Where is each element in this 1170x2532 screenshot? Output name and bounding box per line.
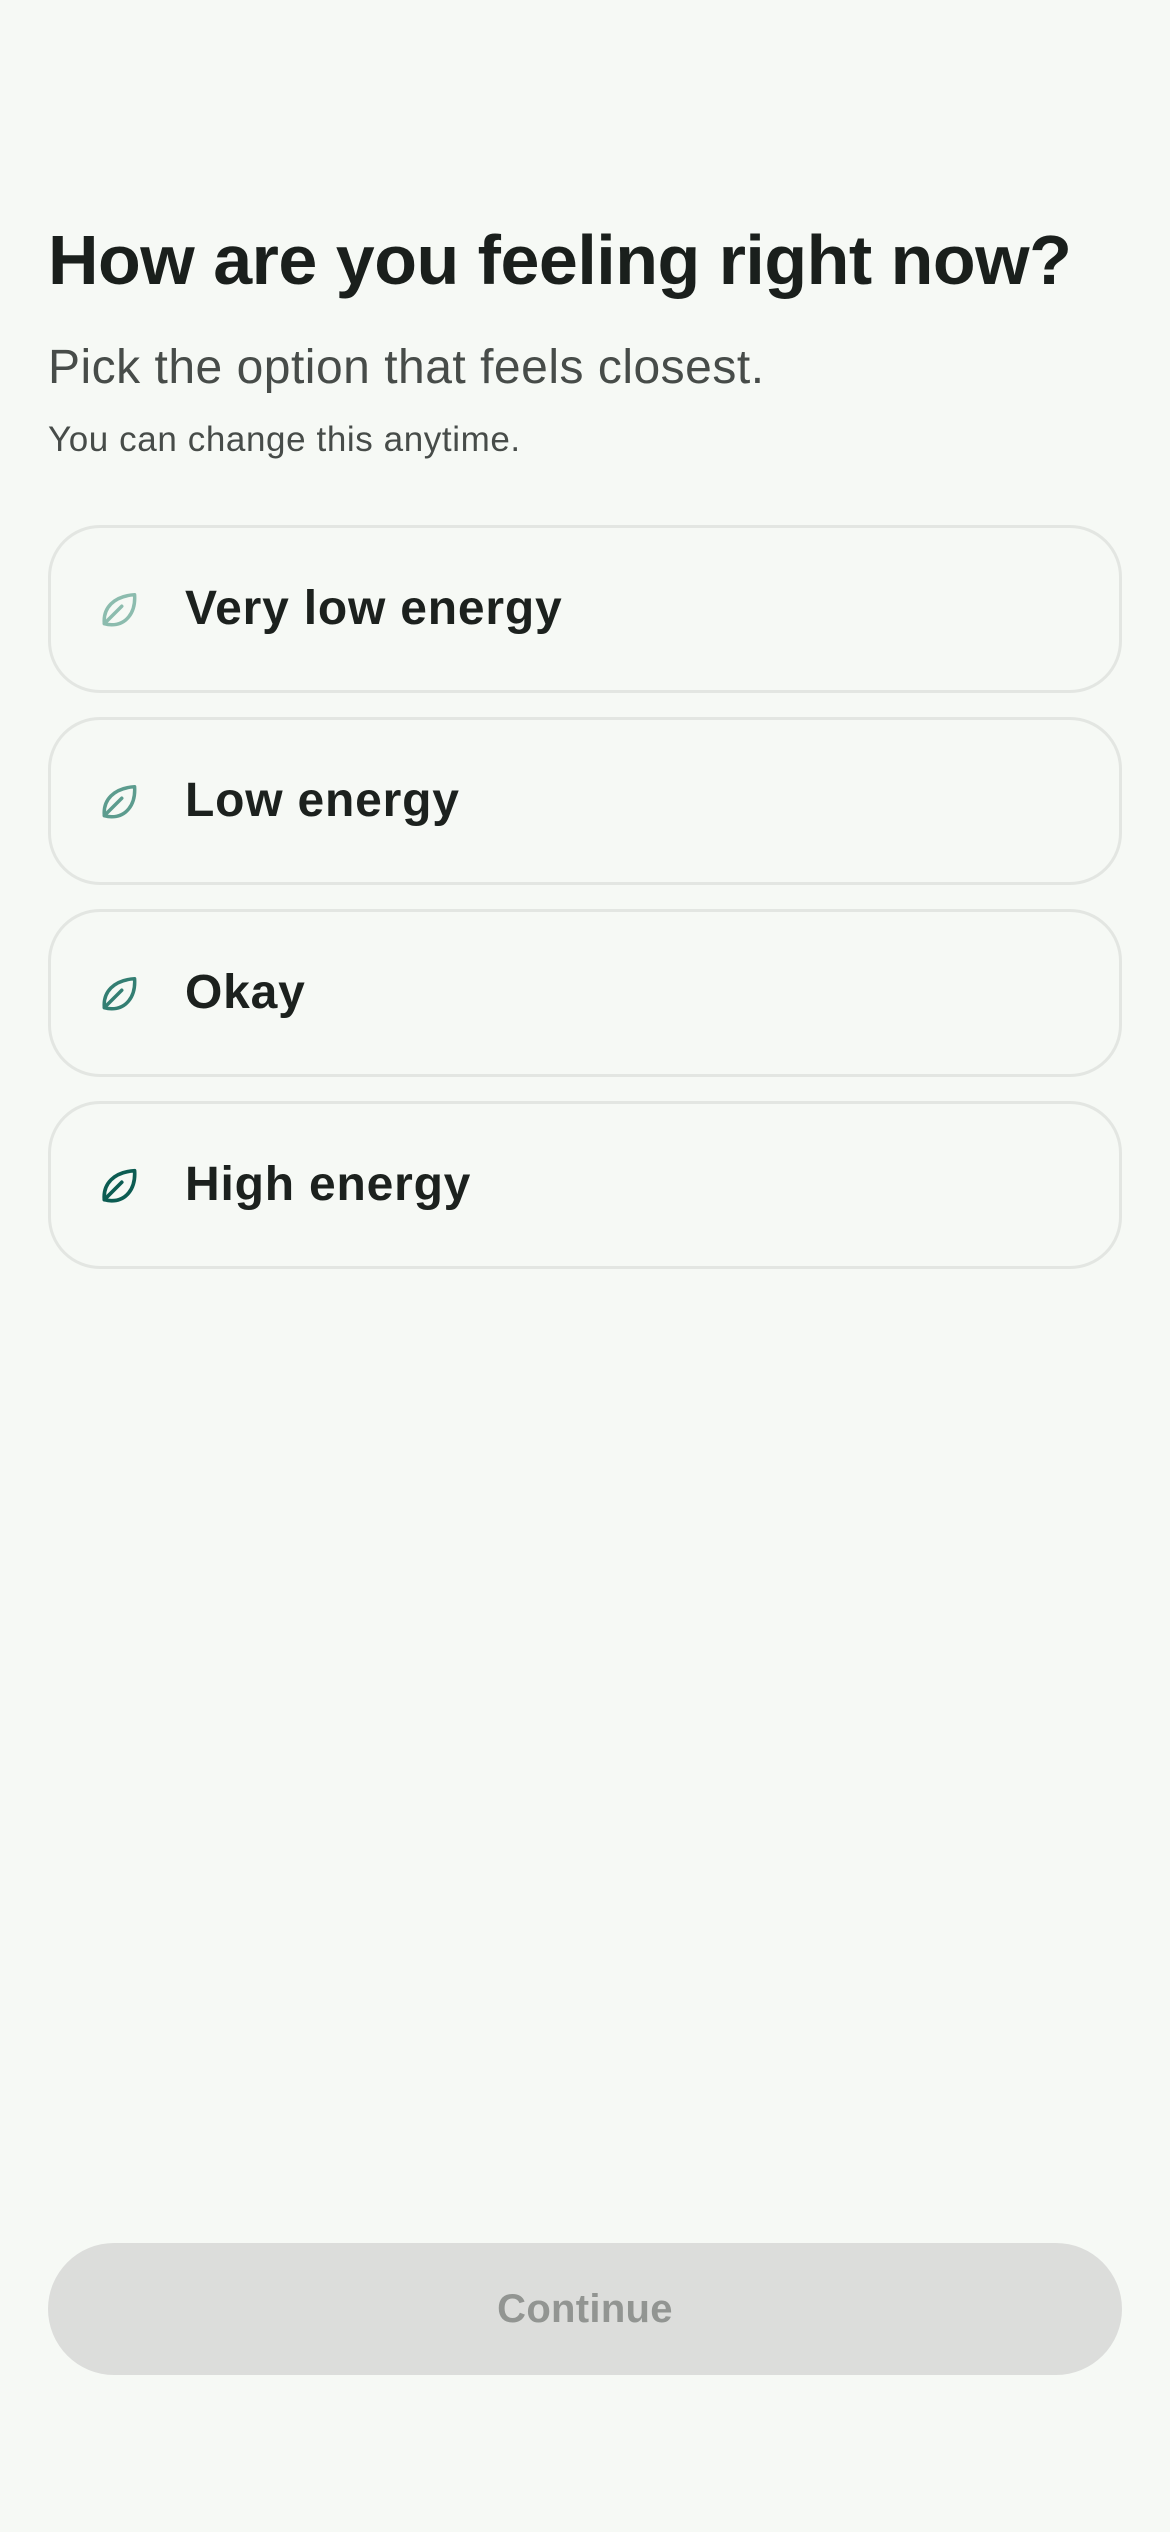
option-very-low-energy[interactable]: Very low energy xyxy=(48,525,1122,693)
leaf-icon xyxy=(95,585,143,633)
helper-text: You can change this anytime. xyxy=(48,420,521,459)
leaf-icon xyxy=(95,1161,143,1209)
page-subtitle: Pick the option that feels closest. xyxy=(48,341,765,394)
option-label: Very low energy xyxy=(185,582,563,635)
option-low-energy[interactable]: Low energy xyxy=(48,717,1122,885)
option-high-energy[interactable]: High energy xyxy=(48,1101,1122,1269)
leaf-icon xyxy=(95,969,143,1017)
option-label: Low energy xyxy=(185,774,460,827)
option-label: High energy xyxy=(185,1158,472,1211)
page-title: How are you feeling right now? xyxy=(48,221,1072,299)
mood-check-screen: How are you feeling right now? Pick the … xyxy=(0,0,1170,2532)
energy-options-list: Very low energy Low energy Okay High ene… xyxy=(48,525,1122,1293)
option-label: Okay xyxy=(185,966,306,1019)
continue-button-label: Continue xyxy=(497,2286,673,2331)
option-okay[interactable]: Okay xyxy=(48,909,1122,1077)
continue-button[interactable]: Continue xyxy=(48,2243,1122,2375)
leaf-icon xyxy=(95,777,143,825)
